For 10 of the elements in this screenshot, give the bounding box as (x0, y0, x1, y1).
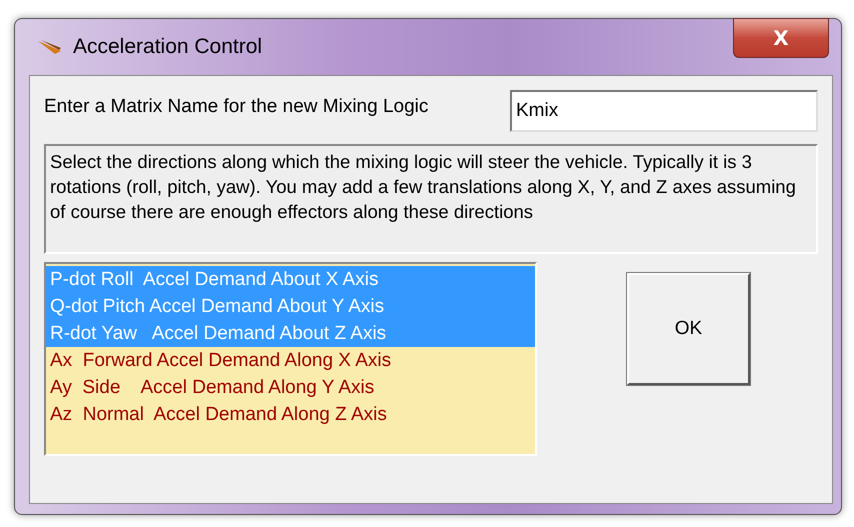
close-button[interactable]: X (733, 18, 829, 58)
direction-item[interactable]: Ay Side Accel Demand Along Y Axis (46, 374, 535, 401)
matrix-name-field[interactable]: Kmix (510, 90, 818, 132)
wing-icon (37, 39, 63, 55)
window-title: Acceleration Control (73, 35, 262, 59)
description-text: Select the directions along which the mixing logic will steer the vehicle. Typically it is 3 rotations (roll, pitch, yaw). You may add a few translations along X, Y, and Z axes assuming of course there are enough effectors along these directions (44, 144, 818, 254)
direction-item[interactable]: Az Normal Accel Demand Along Z Axis (46, 401, 535, 428)
matrix-name-label: Enter a Matrix Name for the new Mixing Logic (44, 95, 428, 118)
ok-button[interactable]: OK (627, 273, 750, 385)
direction-item[interactable]: Ax Forward Accel Demand Along X Axis (46, 347, 535, 374)
